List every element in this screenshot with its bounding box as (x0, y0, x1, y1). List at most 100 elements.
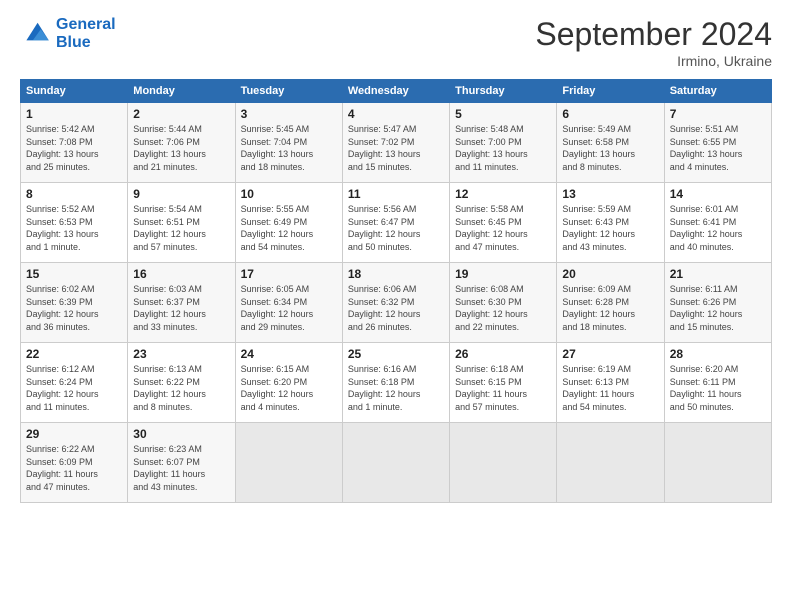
day-info: Sunrise: 6:02 AM Sunset: 6:39 PM Dayligh… (26, 283, 122, 333)
day-cell: 4 Sunrise: 5:47 AM Sunset: 7:02 PM Daylig… (342, 103, 449, 183)
week-row-4: 22Sunrise: 6:12 AM Sunset: 6:24 PM Dayli… (21, 343, 772, 423)
day-info: Sunrise: 5:51 AM Sunset: 6:55 PM Dayligh… (670, 123, 766, 173)
logo-line2: Blue (56, 34, 91, 51)
day-number: 19 (455, 267, 551, 281)
col-header-friday: Friday (557, 80, 664, 103)
day-number: 24 (241, 347, 337, 361)
day-cell: 27 Sunrise: 6:19 AM Sunset: 6:13 PM Dayli… (557, 343, 664, 423)
week-row-2: 8 Sunrise: 5:52 AM Sunset: 6:53 PM Daylig… (21, 183, 772, 263)
col-header-monday: Monday (128, 80, 235, 103)
day-cell (450, 423, 557, 503)
day-info: Sunrise: 5:58 AM Sunset: 6:45 PM Dayligh… (455, 203, 551, 253)
day-cell: 17 Sunrise: 6:05 AM Sunset: 6:34 PM Dayli… (235, 263, 342, 343)
logo-line1: General (56, 16, 116, 33)
day-info: Sunrise: 6:19 AM Sunset: 6:13 PM Dayligh… (562, 363, 658, 413)
day-number: 22 (26, 347, 122, 361)
day-number: 18 (348, 267, 444, 281)
day-info: Sunrise: 6:23 AM Sunset: 6:07 PM Dayligh… (133, 443, 229, 493)
day-cell: 5 Sunrise: 5:48 AM Sunset: 7:00 PM Daylig… (450, 103, 557, 183)
month-title: September 2024 (535, 16, 772, 53)
col-header-sunday: Sunday (21, 80, 128, 103)
day-cell: 22Sunrise: 6:12 AM Sunset: 6:24 PM Dayli… (21, 343, 128, 423)
day-number: 7 (670, 107, 766, 121)
day-cell: 28Sunrise: 6:20 AM Sunset: 6:11 PM Dayli… (664, 343, 771, 423)
day-info: Sunrise: 6:20 AM Sunset: 6:11 PM Dayligh… (670, 363, 766, 413)
day-cell (664, 423, 771, 503)
day-number: 2 (133, 107, 229, 121)
day-cell: 10 Sunrise: 5:55 AM Sunset: 6:49 PM Dayli… (235, 183, 342, 263)
col-header-saturday: Saturday (664, 80, 771, 103)
day-number: 30 (133, 427, 229, 441)
title-block: September 2024 Irmino, Ukraine (535, 16, 772, 69)
day-info: Sunrise: 6:11 AM Sunset: 6:26 PM Dayligh… (670, 283, 766, 333)
day-info: Sunrise: 6:05 AM Sunset: 6:34 PM Dayligh… (241, 283, 337, 333)
location: Irmino, Ukraine (535, 53, 772, 69)
day-number: 12 (455, 187, 551, 201)
day-cell: 12 Sunrise: 5:58 AM Sunset: 6:45 PM Dayli… (450, 183, 557, 263)
day-number: 16 (133, 267, 229, 281)
day-cell: 8 Sunrise: 5:52 AM Sunset: 6:53 PM Daylig… (21, 183, 128, 263)
day-cell: 16 Sunrise: 6:03 AM Sunset: 6:37 PM Dayli… (128, 263, 235, 343)
day-info: Sunrise: 5:44 AM Sunset: 7:06 PM Dayligh… (133, 123, 229, 173)
day-cell: 14Sunrise: 6:01 AM Sunset: 6:41 PM Dayli… (664, 183, 771, 263)
day-number: 14 (670, 187, 766, 201)
logo-icon (20, 18, 52, 50)
day-info: Sunrise: 5:59 AM Sunset: 6:43 PM Dayligh… (562, 203, 658, 253)
calendar-table: SundayMondayTuesdayWednesdayThursdayFrid… (20, 79, 772, 503)
week-row-1: 1 Sunrise: 5:42 AM Sunset: 7:08 PM Daylig… (21, 103, 772, 183)
day-number: 26 (455, 347, 551, 361)
day-number: 13 (562, 187, 658, 201)
day-number: 27 (562, 347, 658, 361)
day-info: Sunrise: 5:55 AM Sunset: 6:49 PM Dayligh… (241, 203, 337, 253)
day-info: Sunrise: 5:42 AM Sunset: 7:08 PM Dayligh… (26, 123, 122, 173)
day-info: Sunrise: 5:52 AM Sunset: 6:53 PM Dayligh… (26, 203, 122, 253)
day-info: Sunrise: 5:54 AM Sunset: 6:51 PM Dayligh… (133, 203, 229, 253)
day-number: 15 (26, 267, 122, 281)
day-info: Sunrise: 5:56 AM Sunset: 6:47 PM Dayligh… (348, 203, 444, 253)
day-info: Sunrise: 6:08 AM Sunset: 6:30 PM Dayligh… (455, 283, 551, 333)
page: General Blue September 2024 Irmino, Ukra… (0, 0, 792, 612)
day-info: Sunrise: 6:15 AM Sunset: 6:20 PM Dayligh… (241, 363, 337, 413)
day-cell (557, 423, 664, 503)
day-number: 5 (455, 107, 551, 121)
day-cell: 19 Sunrise: 6:08 AM Sunset: 6:30 PM Dayli… (450, 263, 557, 343)
day-number: 4 (348, 107, 444, 121)
day-info: Sunrise: 5:47 AM Sunset: 7:02 PM Dayligh… (348, 123, 444, 173)
day-cell: 3Sunrise: 5:45 AM Sunset: 7:04 PM Daylig… (235, 103, 342, 183)
day-number: 3 (241, 107, 337, 121)
day-info: Sunrise: 5:48 AM Sunset: 7:00 PM Dayligh… (455, 123, 551, 173)
day-cell: 30 Sunrise: 6:23 AM Sunset: 6:07 PM Dayli… (128, 423, 235, 503)
day-cell: 6Sunrise: 5:49 AM Sunset: 6:58 PM Daylig… (557, 103, 664, 183)
day-number: 8 (26, 187, 122, 201)
day-info: Sunrise: 6:18 AM Sunset: 6:15 PM Dayligh… (455, 363, 551, 413)
day-info: Sunrise: 6:16 AM Sunset: 6:18 PM Dayligh… (348, 363, 444, 413)
day-number: 1 (26, 107, 122, 121)
day-number: 9 (133, 187, 229, 201)
col-header-tuesday: Tuesday (235, 80, 342, 103)
logo: General Blue (20, 16, 116, 51)
header: General Blue September 2024 Irmino, Ukra… (20, 16, 772, 69)
day-cell: 24 Sunrise: 6:15 AM Sunset: 6:20 PM Dayli… (235, 343, 342, 423)
day-info: Sunrise: 6:13 AM Sunset: 6:22 PM Dayligh… (133, 363, 229, 413)
day-cell (342, 423, 449, 503)
day-info: Sunrise: 6:06 AM Sunset: 6:32 PM Dayligh… (348, 283, 444, 333)
logo-text: General Blue (56, 16, 116, 51)
day-info: Sunrise: 6:09 AM Sunset: 6:28 PM Dayligh… (562, 283, 658, 333)
day-cell: 26 Sunrise: 6:18 AM Sunset: 6:15 PM Dayli… (450, 343, 557, 423)
day-cell: 21Sunrise: 6:11 AM Sunset: 6:26 PM Dayli… (664, 263, 771, 343)
day-info: Sunrise: 5:49 AM Sunset: 6:58 PM Dayligh… (562, 123, 658, 173)
day-cell: 18 Sunrise: 6:06 AM Sunset: 6:32 PM Dayli… (342, 263, 449, 343)
day-cell: 29Sunrise: 6:22 AM Sunset: 6:09 PM Dayli… (21, 423, 128, 503)
day-number: 20 (562, 267, 658, 281)
day-cell: 11Sunrise: 5:56 AM Sunset: 6:47 PM Dayli… (342, 183, 449, 263)
day-info: Sunrise: 6:03 AM Sunset: 6:37 PM Dayligh… (133, 283, 229, 333)
day-cell (235, 423, 342, 503)
day-number: 10 (241, 187, 337, 201)
day-cell: 25Sunrise: 6:16 AM Sunset: 6:18 PM Dayli… (342, 343, 449, 423)
day-number: 17 (241, 267, 337, 281)
day-number: 29 (26, 427, 122, 441)
day-cell: 1 Sunrise: 5:42 AM Sunset: 7:08 PM Daylig… (21, 103, 128, 183)
header-row: SundayMondayTuesdayWednesdayThursdayFrid… (21, 80, 772, 103)
day-cell: 7 Sunrise: 5:51 AM Sunset: 6:55 PM Daylig… (664, 103, 771, 183)
col-header-wednesday: Wednesday (342, 80, 449, 103)
